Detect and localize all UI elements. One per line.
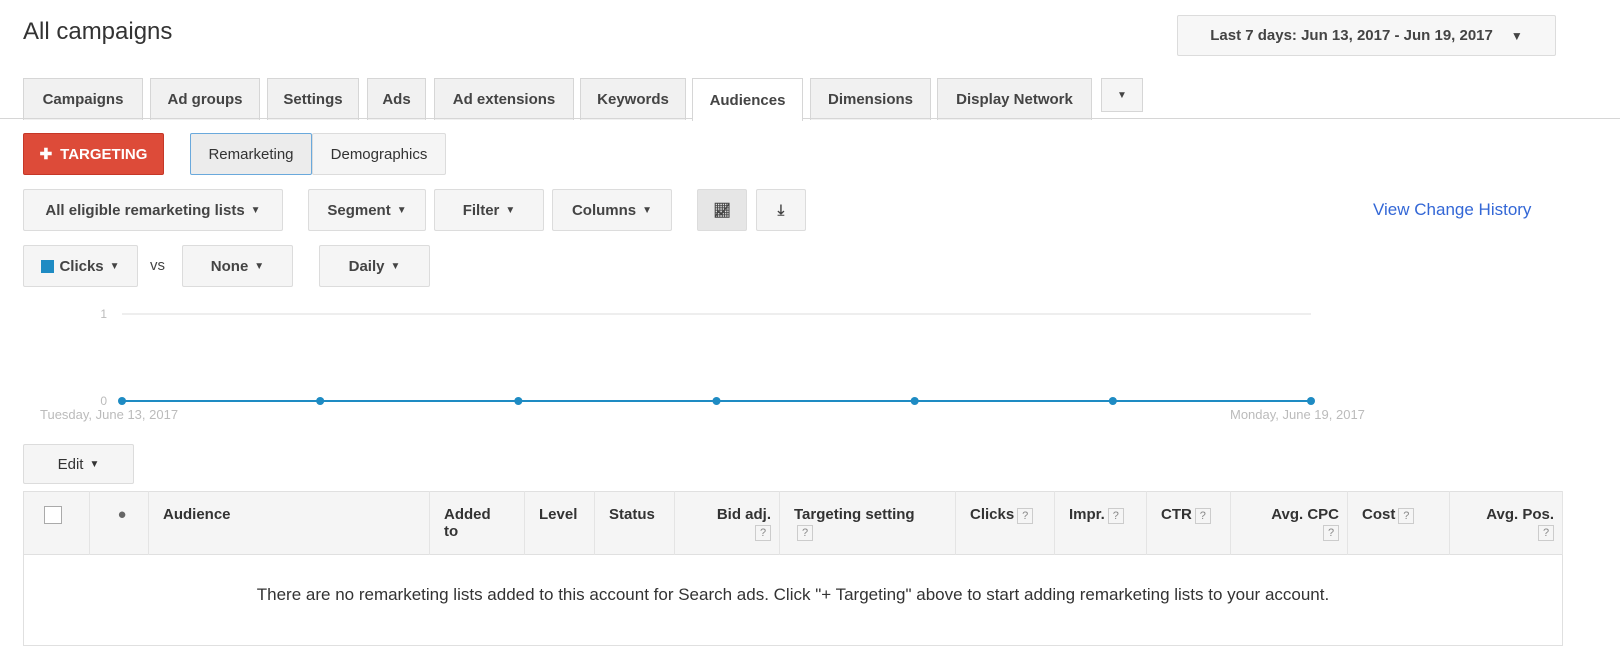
remarketing-lists-dropdown[interactable]: All eligible remarketing lists ▼ bbox=[23, 189, 283, 231]
x-start-label: Tuesday, June 13, 2017 bbox=[40, 407, 179, 422]
metric2-dropdown[interactable]: None ▼ bbox=[182, 245, 293, 287]
column-label: Targeting setting bbox=[794, 506, 915, 523]
column-header-clicks[interactable]: Clicks? bbox=[955, 491, 1055, 555]
column-header-status[interactable]: Status bbox=[594, 491, 675, 555]
tab-ads[interactable]: Ads bbox=[367, 78, 426, 120]
column-label: Bid adj. bbox=[716, 506, 771, 523]
column-header-targeting-setting[interactable]: Targeting setting? bbox=[779, 491, 956, 555]
tab-keywords[interactable]: Keywords bbox=[580, 78, 686, 120]
column-label: Added to bbox=[444, 506, 491, 540]
column-header-impr[interactable]: Impr.? bbox=[1054, 491, 1147, 555]
period-dropdown[interactable]: Daily ▼ bbox=[319, 245, 430, 287]
add-targeting-button[interactable]: ✚ TARGETING bbox=[23, 133, 164, 175]
tab-display-network[interactable]: Display Network bbox=[937, 78, 1092, 120]
metric1-label: Clicks bbox=[59, 257, 104, 275]
column-label: Clicks bbox=[970, 506, 1015, 523]
help-icon[interactable]: ? bbox=[797, 525, 813, 541]
caret-down-icon: ▼ bbox=[390, 260, 401, 272]
caret-down-icon: ▼ bbox=[254, 260, 265, 272]
column-header-avg-pos[interactable]: Avg. Pos.? bbox=[1449, 491, 1563, 555]
caret-down-icon: ▼ bbox=[1510, 28, 1523, 43]
column-header-audience[interactable]: Audience bbox=[148, 491, 430, 555]
page-title: All campaigns bbox=[23, 18, 173, 45]
tab-divider bbox=[0, 118, 1620, 119]
column-label: Audience bbox=[163, 506, 231, 523]
tab-settings[interactable]: Settings bbox=[267, 78, 359, 120]
help-icon[interactable]: ? bbox=[1398, 508, 1415, 524]
column-header-cost[interactable]: Cost? bbox=[1347, 491, 1450, 555]
tab-audiences[interactable]: Audiences bbox=[692, 78, 803, 121]
caret-down-icon: ▼ bbox=[89, 458, 100, 470]
help-icon[interactable]: ? bbox=[1538, 525, 1554, 541]
line-chart-icon: 📈︎ bbox=[713, 201, 731, 218]
help-icon[interactable]: ? bbox=[755, 525, 771, 541]
date-range-label: Last 7 days: Jun 13, 2017 - Jun 19, 2017 bbox=[1210, 27, 1493, 44]
tab-ad-extensions[interactable]: Ad extensions bbox=[434, 78, 574, 120]
more-tabs-button[interactable]: ▼ bbox=[1101, 78, 1143, 112]
metric1-dropdown[interactable]: Clicks ▼ bbox=[23, 245, 138, 287]
caret-down-icon: ▼ bbox=[642, 204, 653, 216]
y-tick-label: 1 bbox=[100, 307, 107, 321]
caret-down-icon: ▼ bbox=[250, 204, 261, 216]
chart-toggle-button[interactable]: 📈︎ bbox=[697, 189, 747, 231]
demographics-toggle[interactable]: Demographics bbox=[312, 133, 446, 175]
column-header-added-to[interactable]: Added to bbox=[429, 491, 525, 555]
remarketing-toggle[interactable]: Remarketing bbox=[190, 133, 312, 175]
data-point bbox=[1307, 397, 1315, 405]
date-range-selector[interactable]: Last 7 days: Jun 13, 2017 - Jun 19, 2017… bbox=[1177, 15, 1556, 56]
data-point bbox=[910, 397, 919, 405]
performance-chart: 01 bbox=[100, 307, 1315, 408]
edit-dropdown[interactable]: Edit ▼ bbox=[23, 444, 134, 484]
column-header-bid-adj[interactable]: Bid adj.? bbox=[674, 491, 780, 555]
column-label: Cost bbox=[1362, 506, 1396, 523]
data-point bbox=[1108, 397, 1117, 405]
plus-icon: ✚ bbox=[39, 146, 53, 163]
help-icon[interactable]: ? bbox=[1107, 508, 1124, 524]
select-all-checkbox[interactable] bbox=[44, 506, 62, 524]
caret-down-icon: ▼ bbox=[109, 260, 120, 272]
column-label: Level bbox=[539, 506, 578, 523]
data-point bbox=[118, 397, 126, 405]
column-label: Impr. bbox=[1069, 506, 1105, 523]
vs-label: vs bbox=[150, 257, 165, 274]
column-label: Status bbox=[609, 506, 655, 523]
help-icon[interactable]: ? bbox=[1194, 508, 1211, 524]
column-label: Avg. Pos. bbox=[1486, 506, 1554, 523]
tab-ad-groups[interactable]: Ad groups bbox=[150, 78, 260, 120]
filter-dropdown[interactable]: Filter ▼ bbox=[434, 189, 544, 231]
help-icon[interactable]: ? bbox=[1017, 508, 1034, 524]
targeting-label: TARGETING bbox=[60, 145, 148, 163]
column-header-level[interactable]: Level bbox=[524, 491, 595, 555]
audience-table: ● Audience Added to Level Status Bid adj.? Ta… bbox=[23, 491, 1563, 646]
segment-dropdown[interactable]: Segment ▼ bbox=[308, 189, 426, 231]
x-end-label: Monday, June 19, 2017 bbox=[1230, 407, 1365, 422]
series-color-swatch bbox=[41, 259, 55, 273]
view-change-history-link[interactable]: View Change History bbox=[1373, 200, 1531, 220]
column-label: Avg. CPC bbox=[1271, 506, 1339, 523]
tab-dimensions[interactable]: Dimensions bbox=[810, 78, 931, 120]
edit-label: Edit bbox=[57, 455, 84, 473]
metric2-label: None bbox=[210, 257, 249, 275]
empty-message: There are no remarketing lists added to … bbox=[256, 585, 1330, 604]
download-button[interactable]: ⤓ bbox=[756, 189, 806, 231]
help-icon[interactable]: ? bbox=[1323, 525, 1339, 541]
column-header-avg-cpc[interactable]: Avg. CPC? bbox=[1230, 491, 1348, 555]
column-label: CTR bbox=[1161, 506, 1192, 523]
y-tick-label: 0 bbox=[100, 394, 107, 408]
data-point bbox=[316, 397, 325, 405]
data-point bbox=[514, 397, 523, 405]
columns-label: Columns bbox=[571, 201, 637, 219]
columns-dropdown[interactable]: Columns ▼ bbox=[552, 189, 672, 231]
filter-label: Filter bbox=[462, 201, 500, 219]
caret-down-icon: ▼ bbox=[396, 204, 407, 216]
data-point bbox=[712, 397, 721, 405]
column-header-ctr[interactable]: CTR? bbox=[1146, 491, 1231, 555]
caret-down-icon: ▼ bbox=[505, 204, 516, 216]
tab-campaigns[interactable]: Campaigns bbox=[23, 78, 143, 120]
period-label: Daily bbox=[348, 257, 385, 275]
lists-label: All eligible remarketing lists bbox=[45, 201, 245, 219]
download-icon: ⤓ bbox=[777, 201, 785, 219]
status-dot-icon: ● bbox=[117, 506, 127, 523]
segment-label: Segment bbox=[327, 201, 391, 219]
